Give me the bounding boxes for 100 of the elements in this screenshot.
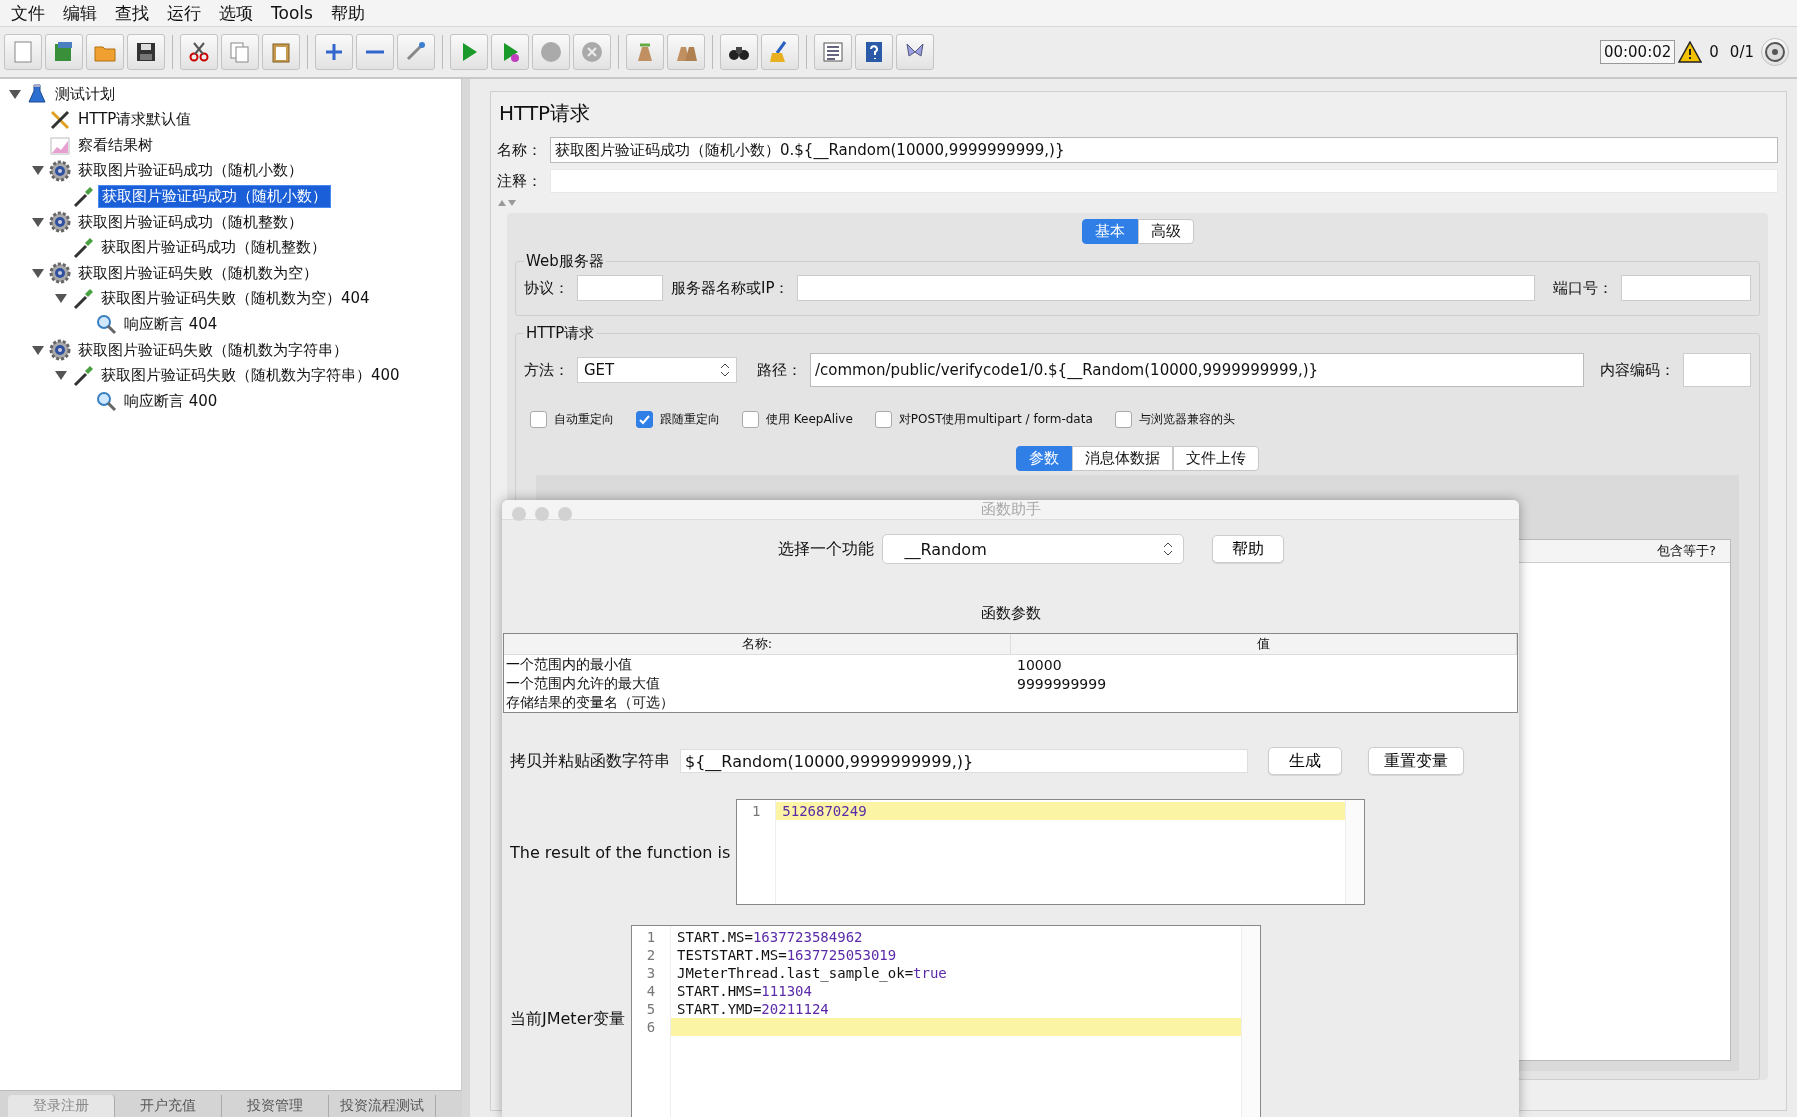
tab[interactable]: 参数: [1016, 446, 1072, 471]
status-button[interactable]: [1761, 38, 1789, 66]
group-title: HTTP请求: [525, 324, 596, 343]
checkbox[interactable]: [530, 411, 547, 428]
text-field[interactable]: [1621, 275, 1751, 301]
tree-item[interactable]: 获取图片验证码失败（随机数为空）: [75, 262, 321, 284]
tab[interactable]: 高级: [1137, 219, 1194, 244]
line-number: 2: [645, 946, 657, 964]
table-cell-text: 10000: [1016, 656, 1063, 673]
expand-button[interactable]: [315, 34, 353, 70]
field-label: 选择一个功能: [777, 538, 874, 560]
tree-item[interactable]: 察看结果树: [75, 134, 156, 156]
field-label: 拷贝并粘贴函数字符串: [510, 750, 670, 772]
menu-item[interactable]: 文件: [2, 1, 54, 25]
tab[interactable]: 基本: [1081, 219, 1138, 244]
clear-button[interactable]: [626, 34, 664, 70]
menu-item[interactable]: 查找: [106, 1, 158, 25]
save-button[interactable]: [127, 34, 165, 70]
menu-item[interactable]: Tools: [262, 3, 322, 23]
code-line: JMeterThread.last_sample_ok=true: [677, 965, 947, 981]
menu-item[interactable]: 选项: [210, 1, 262, 25]
gear-icon: [49, 159, 71, 182]
collapse-icon: [366, 49, 384, 55]
code-line: START.MS=1637723584962: [677, 929, 863, 945]
expand-arrow-icon[interactable]: [55, 371, 67, 381]
tree-item[interactable]: 获取图片验证码成功（随机小数）: [75, 160, 306, 182]
tree-item[interactable]: 获取图片验证码失败（随机数为空）404: [98, 288, 373, 310]
remote-button[interactable]: [896, 34, 934, 70]
tree-item[interactable]: 获取图片验证码成功（随机整数）: [75, 211, 306, 233]
splitter-arrows-icon: [497, 199, 517, 207]
shutdown-button[interactable]: [573, 34, 611, 70]
start-no-pause-button[interactable]: [491, 34, 529, 70]
column-header: 名称:: [504, 634, 1011, 654]
function-list-icon: [820, 39, 846, 65]
tree-item[interactable]: HTTP请求默认值: [75, 109, 195, 131]
text-field[interactable]: [577, 275, 663, 301]
code-line: START.HMS=111304: [677, 983, 812, 999]
menu-item[interactable]: 帮助: [321, 1, 374, 25]
tree-item[interactable]: 获取图片验证码成功（随机小数）: [98, 185, 331, 209]
code-line: TESTSTART.MS=1637725053019: [677, 947, 897, 963]
dropper-icon: [72, 236, 94, 259]
field-label: The result of the function is: [510, 842, 731, 862]
text-field[interactable]: [797, 275, 1535, 301]
dropper-icon: [72, 287, 94, 310]
reset-variables-button[interactable]: 重置变量: [1368, 747, 1464, 775]
template-button[interactable]: [45, 34, 83, 70]
bottom-tab[interactable]: 投资管理: [222, 1095, 329, 1117]
tree-item[interactable]: 获取图片验证码成功（随机整数）: [98, 237, 329, 259]
checkbox[interactable]: [874, 411, 892, 428]
field-label: 方法：: [524, 360, 569, 380]
line-number: 4: [645, 982, 657, 1000]
function-list-button[interactable]: [814, 34, 852, 70]
code-line: START.YMD=20211124: [677, 1001, 829, 1017]
collapse-button[interactable]: [356, 34, 394, 70]
path-field[interactable]: /common/public/verifycode1/0.${__Random(10000,9999999999,)}: [810, 353, 1584, 387]
function-dropdown[interactable]: __Random: [881, 534, 1184, 564]
help-button[interactable]: 帮助: [1211, 535, 1284, 563]
paste-button[interactable]: [262, 34, 300, 70]
gear-icon: [49, 262, 71, 285]
tree-item[interactable]: 响应断言 400: [121, 390, 221, 412]
start-button[interactable]: [450, 34, 488, 70]
bottom-tab[interactable]: 开户充值: [115, 1095, 222, 1117]
field-label: 名称：: [497, 140, 542, 160]
toggle-button[interactable]: [397, 34, 435, 70]
field-label: 内容编码：: [1600, 360, 1675, 380]
column-header: 值: [1011, 634, 1517, 654]
encoding-field[interactable]: [1683, 353, 1751, 387]
tree-item[interactable]: 测试计划: [52, 83, 118, 105]
tree-item[interactable]: 获取图片验证码失败（随机数为字符串）400: [98, 365, 403, 387]
menu-item[interactable]: 运行: [158, 1, 210, 25]
generate-button[interactable]: 生成: [1268, 747, 1342, 775]
help-button[interactable]: [855, 34, 893, 70]
warning-count: 0: [1709, 43, 1719, 61]
function-string-field[interactable]: ${__Random(10000,9999999999,)}: [680, 749, 1248, 773]
menu-item[interactable]: 编辑: [54, 1, 106, 25]
magnifier-icon: [95, 313, 117, 336]
new-file-button[interactable]: [4, 34, 42, 70]
dialog-title: 函数助手: [980, 500, 1041, 519]
method-dropdown[interactable]: GET: [577, 357, 737, 383]
clear-all-button[interactable]: [667, 34, 705, 70]
tab[interactable]: 文件上传: [1173, 446, 1259, 471]
checkbox[interactable]: [636, 411, 653, 428]
checkbox[interactable]: [1114, 411, 1132, 428]
updown-caret-icon: [720, 363, 730, 377]
stop-button[interactable]: [532, 34, 570, 70]
updown-caret-icon: [1162, 542, 1173, 556]
checkbox[interactable]: [742, 411, 759, 428]
checkbox-label: 对POST使用multipart / form-data: [898, 411, 1093, 428]
group-title: Web服务器: [525, 252, 605, 271]
binoculars-button[interactable]: [720, 34, 758, 70]
field-label: 注释：: [497, 171, 542, 191]
tree-item[interactable]: 获取图片验证码失败（随机数为字符串）: [75, 339, 351, 361]
expand-arrow-icon[interactable]: [55, 294, 67, 304]
cut-button[interactable]: [180, 34, 218, 70]
tree-item[interactable]: 响应断言 404: [121, 314, 221, 335]
bottom-tab[interactable]: 投资流程测试: [329, 1095, 436, 1117]
field-label: 路径：: [757, 360, 802, 380]
broom-button[interactable]: [761, 34, 799, 70]
name-field[interactable]: 获取图片验证码成功（随机小数）0.${__Random(10000,9999999999,)}: [550, 137, 1778, 163]
tab[interactable]: 消息体数据: [1072, 446, 1173, 471]
